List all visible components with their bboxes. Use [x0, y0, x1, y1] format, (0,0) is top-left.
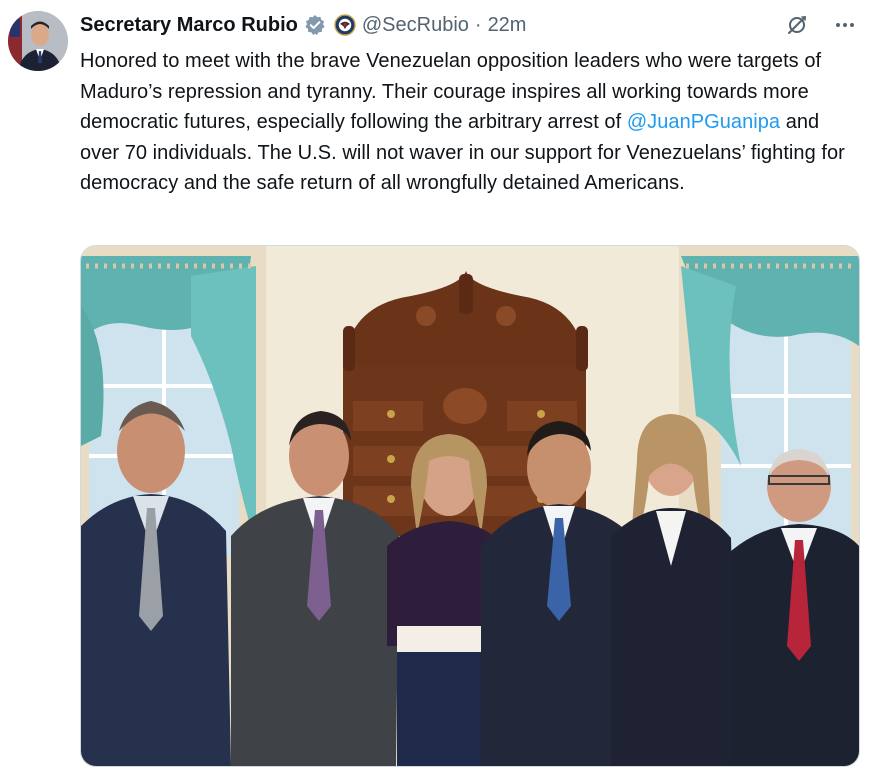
handle-and-time: @SecRubio · 22m	[334, 13, 527, 37]
state-department-seal-icon[interactable]	[334, 14, 356, 36]
tweet-text: Honored to meet with the brave Venezuela…	[80, 46, 860, 199]
tweet-header: Secretary Marco Rubio @SecRubio · 22m	[80, 10, 860, 40]
author-handle[interactable]: @SecRubio	[362, 14, 469, 37]
tweet[interactable]: Secretary Marco Rubio @SecRubio · 22m Ho…	[0, 0, 880, 767]
grok-icon[interactable]	[782, 10, 812, 40]
mention-link[interactable]: @JuanPGuanipa	[627, 111, 780, 133]
verified-badge-icon[interactable]	[304, 14, 326, 36]
author-display-name[interactable]: Secretary Marco Rubio	[80, 14, 298, 37]
separator-dot: ·	[474, 13, 482, 36]
tweet-timestamp[interactable]: 22m	[488, 14, 527, 37]
more-options-icon[interactable]	[830, 10, 860, 40]
author-avatar[interactable]	[8, 11, 68, 71]
tweet-photo[interactable]	[80, 245, 860, 767]
header-actions	[782, 10, 860, 40]
photo-illustration	[81, 246, 859, 766]
